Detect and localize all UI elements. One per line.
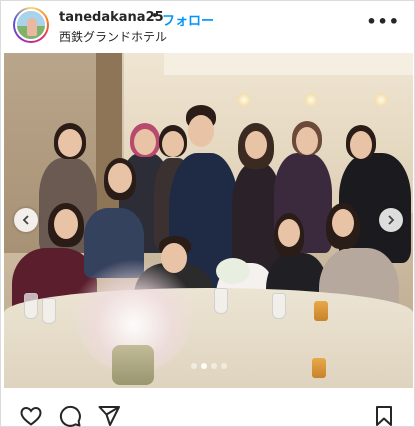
chevron-left-icon: [22, 215, 29, 225]
post-header: tanedakana25 • フォロー 西鉄グランドホテル •••: [1, 1, 414, 49]
username-link[interactable]: tanedakana25: [59, 10, 164, 25]
chevron-right-icon: [388, 215, 395, 225]
avatar[interactable]: [15, 9, 47, 41]
comment-icon: [59, 405, 81, 427]
photo-banquet-table: [4, 288, 413, 388]
more-options-icon[interactable]: •••: [366, 12, 400, 31]
save-button[interactable]: [372, 404, 396, 427]
carousel-next-button[interactable]: [379, 208, 403, 232]
carousel-dot: [190, 363, 197, 369]
carousel-indicator: [4, 360, 413, 370]
instagram-post-card: tanedakana25 • フォロー 西鉄グランドホテル •••: [0, 0, 415, 427]
carousel-prev-button[interactable]: [14, 208, 38, 232]
separator-dot: •: [151, 9, 159, 24]
location-link[interactable]: 西鉄グランドホテル: [59, 28, 167, 45]
photo-lamp: [304, 93, 318, 107]
carousel-dot: [220, 363, 227, 369]
photo-glass: [214, 288, 228, 314]
photo-juice-glass: [314, 301, 328, 321]
send-icon: [98, 406, 120, 426]
like-button[interactable]: [19, 404, 43, 427]
photo-glass: [24, 293, 38, 319]
photo-bg-ceiling: [164, 53, 413, 75]
photo-glass: [42, 298, 56, 324]
photo-lamp: [374, 93, 388, 107]
follow-button[interactable]: フォロー: [162, 10, 214, 29]
share-button[interactable]: [97, 404, 121, 427]
comment-button[interactable]: [58, 404, 82, 427]
photo-glass: [272, 293, 286, 319]
post-photo[interactable]: [4, 53, 413, 388]
carousel-dot: [210, 363, 217, 369]
photo-group-of-people: [4, 105, 413, 348]
bookmark-icon: [376, 406, 392, 426]
carousel-dot: [200, 363, 207, 369]
story-ring[interactable]: [13, 7, 49, 43]
post-actions: [1, 396, 414, 427]
photo-lamp: [237, 93, 251, 107]
heart-icon: [20, 406, 42, 426]
